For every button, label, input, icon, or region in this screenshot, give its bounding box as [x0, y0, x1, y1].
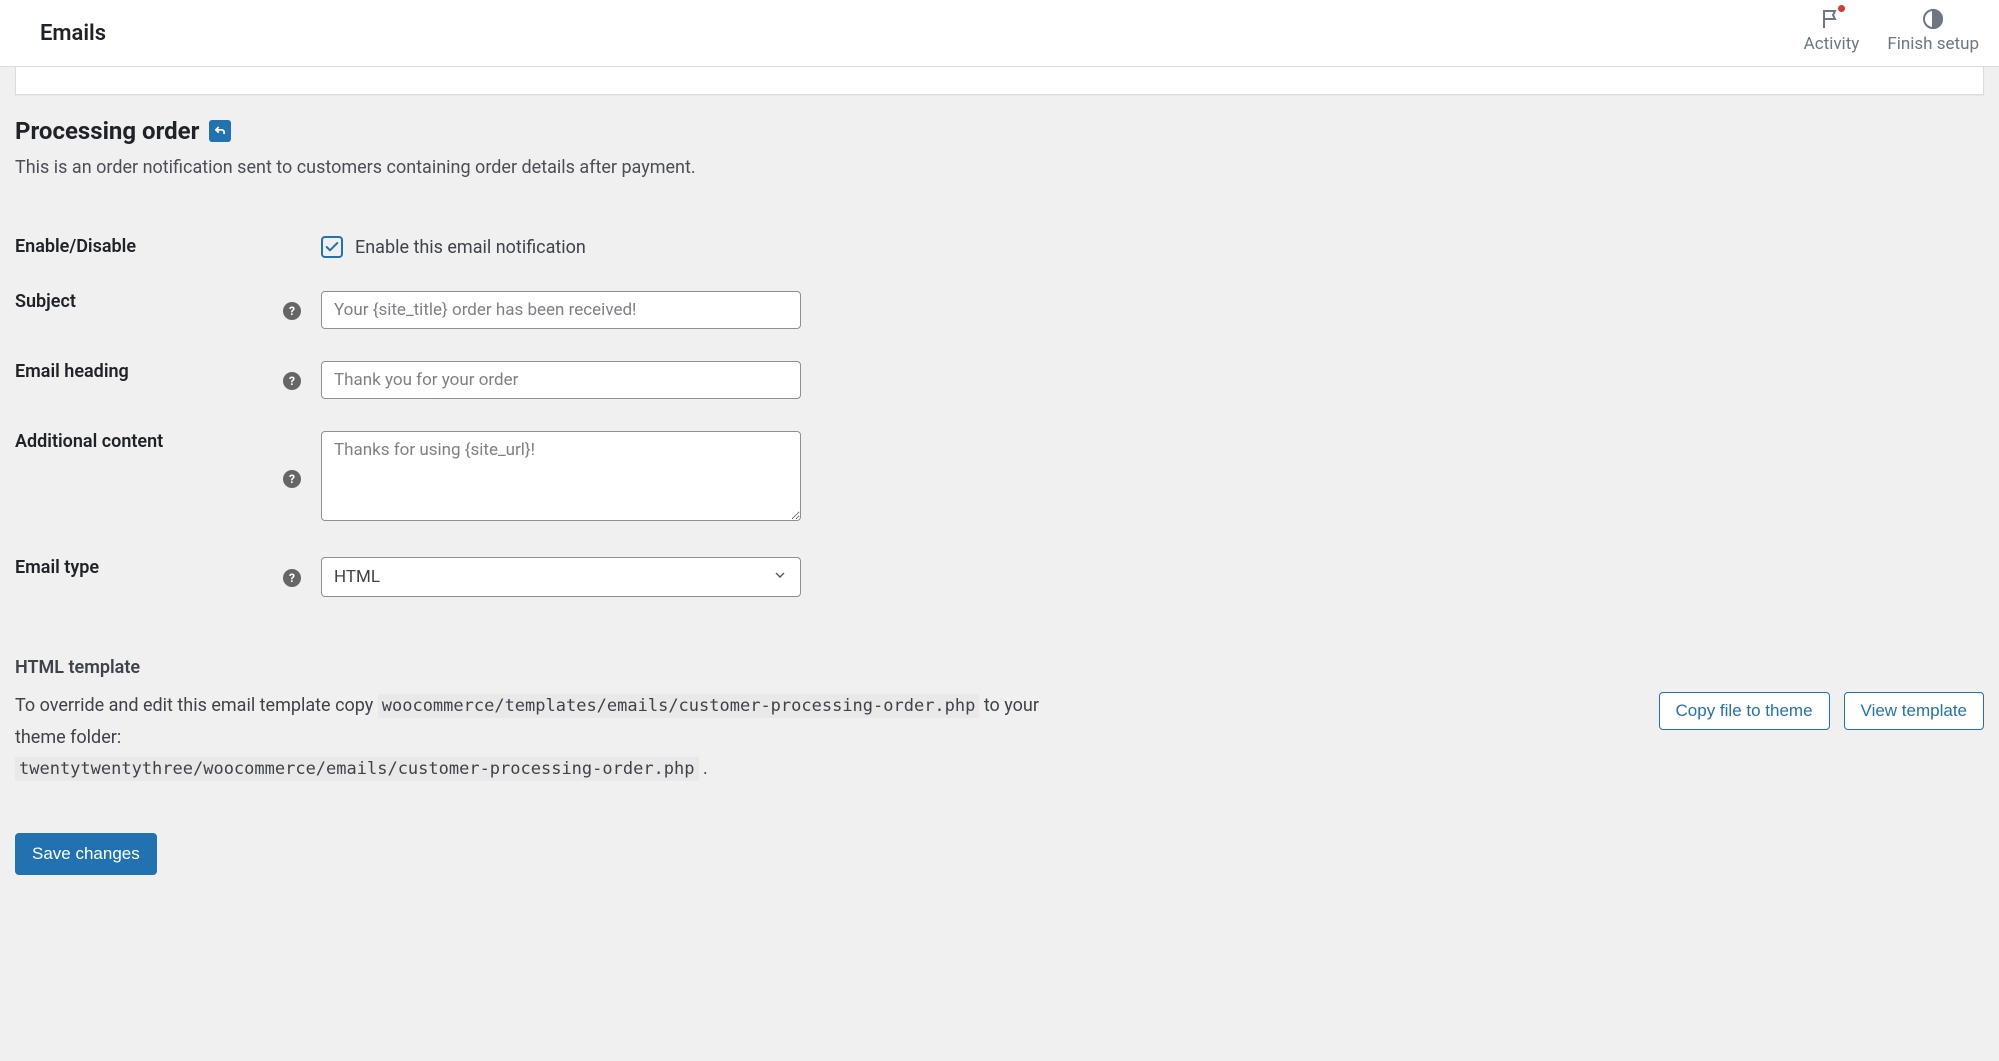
- subject-input[interactable]: [321, 291, 801, 329]
- save-changes-button[interactable]: Save changes: [15, 833, 157, 875]
- back-to-emails-button[interactable]: [209, 120, 231, 142]
- help-icon[interactable]: ?: [283, 569, 301, 587]
- checkbox-icon: [321, 236, 343, 258]
- template-source-path: woocommerce/templates/emails/customer-pr…: [378, 694, 980, 718]
- section-heading-text: Processing order: [15, 117, 199, 145]
- enable-checkbox-label: Enable this email notification: [355, 237, 586, 258]
- finish-setup-button[interactable]: Finish setup: [1887, 6, 1979, 54]
- top-bar-left: Emails: [20, 0, 106, 66]
- half-circle-icon: [1920, 6, 1946, 32]
- email-heading-input[interactable]: [321, 361, 801, 399]
- enable-checkbox[interactable]: Enable this email notification: [321, 236, 586, 258]
- template-buttons: Copy file to theme View template: [1659, 690, 1984, 730]
- finish-setup-label: Finish setup: [1887, 34, 1979, 54]
- activity-label: Activity: [1804, 34, 1860, 54]
- activity-button[interactable]: Activity: [1804, 6, 1860, 54]
- activity-dot-icon: [1838, 5, 1845, 12]
- flag-icon: [1818, 6, 1844, 32]
- chevron-down-icon: [772, 567, 788, 588]
- template-override-text: To override and edit this email template…: [15, 690, 1075, 785]
- top-bar: Emails Activity Finish setup: [0, 0, 1999, 67]
- copy-file-button[interactable]: Copy file to theme: [1659, 692, 1830, 730]
- return-arrow-icon: [213, 124, 227, 138]
- view-template-button[interactable]: View template: [1844, 692, 1984, 730]
- template-dest-path: twentytwentythree/woocommerce/emails/cus…: [15, 757, 699, 781]
- settings-form: Enable/Disable Enable this email notific…: [15, 220, 1984, 613]
- template-text-period: .: [699, 758, 708, 779]
- email-heading-label: Email heading: [15, 345, 273, 415]
- email-type-value: HTML: [334, 567, 380, 587]
- enable-label: Enable/Disable: [15, 220, 273, 275]
- additional-content-label: Additional content: [15, 415, 273, 541]
- help-icon[interactable]: ?: [283, 372, 301, 390]
- html-template-heading: HTML template: [15, 657, 1984, 678]
- section-heading: Processing order: [15, 117, 1984, 145]
- checkmark-icon: [324, 239, 340, 255]
- template-row: To override and edit this email template…: [15, 690, 1984, 785]
- section-description: This is an order notification sent to cu…: [15, 157, 1984, 178]
- template-text-a: To override and edit this email template…: [15, 695, 378, 716]
- help-icon[interactable]: ?: [283, 470, 301, 488]
- page-title: Emails: [40, 21, 106, 46]
- email-type-select[interactable]: HTML: [321, 557, 801, 597]
- panel-strip: [15, 67, 1984, 95]
- help-icon[interactable]: ?: [283, 302, 301, 320]
- additional-content-textarea[interactable]: [321, 431, 801, 521]
- page-body: Processing order This is an order notifi…: [0, 67, 1999, 915]
- email-type-label: Email type: [15, 541, 273, 613]
- subject-label: Subject: [15, 275, 273, 345]
- top-bar-right: Activity Finish setup: [1804, 0, 1979, 54]
